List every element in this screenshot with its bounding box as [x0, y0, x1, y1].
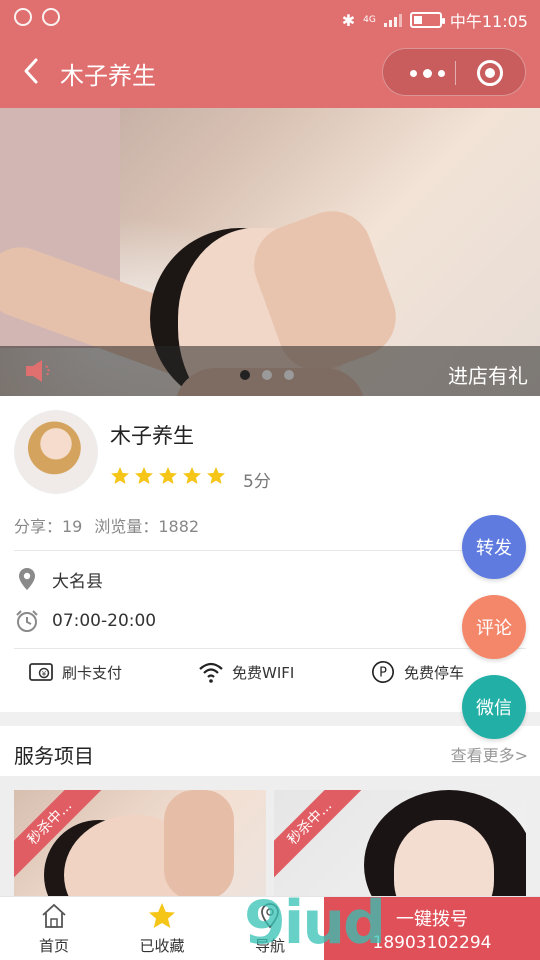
feature-label: 刷卡支付	[62, 663, 123, 682]
signal-icon	[383, 13, 402, 27]
page-title: 木子养生	[60, 62, 156, 90]
mini-program-capsule	[382, 48, 526, 96]
hours-text: 07:00-20:00	[52, 611, 157, 631]
banner-carousel[interactable]: 进店有礼	[0, 108, 540, 396]
status-time: 中午11:05	[449, 12, 528, 31]
shop-avatar	[14, 410, 98, 494]
more-icon[interactable]	[401, 63, 453, 83]
shop-stats: 分享：19 浏览量：1882	[14, 513, 199, 537]
service-card[interactable]: 秒杀中...	[274, 790, 526, 900]
status-left-icons	[14, 8, 60, 26]
nav-bar: 木子养生	[0, 36, 540, 108]
tab-favorites[interactable]: 已收藏	[122, 899, 202, 959]
card-face	[394, 820, 494, 900]
services-more-link[interactable]: 查看更多>	[451, 742, 528, 766]
tab-label: 已收藏	[139, 937, 185, 955]
star-icon	[149, 903, 175, 928]
service-card[interactable]: 秒杀中...	[14, 790, 266, 900]
tab-home[interactable]: 首页	[14, 899, 94, 959]
star-icon	[111, 467, 129, 484]
share-count: 分享：19	[14, 517, 83, 536]
location-row[interactable]: 大名县	[14, 566, 103, 592]
wifi-icon	[199, 662, 223, 683]
section-separator	[0, 712, 540, 726]
location-text: 大名县	[52, 571, 103, 592]
wechat-status-icon	[42, 8, 60, 26]
flash-sale-badge: 秒杀中...	[274, 790, 369, 882]
capsule-divider	[455, 61, 456, 85]
feature-card-payment: ¥ 刷卡支付	[28, 660, 122, 684]
rating-score: 5分	[243, 472, 271, 492]
shop-features: ¥ 刷卡支付 免费WIFI P 免费停车	[0, 652, 540, 692]
carousel-dots	[240, 370, 294, 380]
forward-button[interactable]: 转发	[462, 515, 526, 579]
parking-icon: P	[372, 661, 394, 683]
alarm-clock-icon	[16, 610, 38, 632]
star-icon	[159, 467, 177, 484]
back-icon[interactable]	[18, 56, 48, 86]
network-type: 4G	[363, 15, 376, 25]
notification-icon	[14, 8, 32, 26]
hours-row: 07:00-20:00	[14, 608, 156, 634]
carousel-dot-2[interactable]	[262, 370, 272, 380]
svg-text:¥: ¥	[42, 670, 47, 678]
speaker-icon[interactable]	[24, 358, 56, 384]
view-count: 浏览量：1882	[94, 517, 200, 536]
card-hand	[164, 790, 234, 900]
feature-label: 免费WIFI	[232, 663, 295, 682]
rating-stars	[110, 466, 226, 486]
carousel-dot-1[interactable]	[240, 370, 250, 380]
star-icon	[207, 467, 225, 484]
feature-parking: P 免费停车	[370, 660, 464, 684]
carousel-dot-3[interactable]	[284, 370, 294, 380]
watermark-logo: 9iud	[244, 888, 386, 958]
comment-button[interactable]: 评论	[462, 595, 526, 659]
battery-icon	[409, 12, 445, 28]
home-icon	[42, 903, 66, 928]
wechat-button[interactable]: 微信	[462, 675, 526, 739]
bluetooth-icon: ✱	[341, 10, 356, 30]
card-payment-icon: ¥	[29, 663, 53, 681]
svg-text:P: P	[379, 666, 387, 681]
divider	[14, 550, 526, 551]
location-pin-icon	[19, 568, 35, 590]
shop-name: 木子养生	[110, 424, 194, 448]
feature-wifi: 免费WIFI	[198, 660, 294, 684]
star-icon	[183, 467, 201, 484]
tab-label: 首页	[38, 937, 69, 955]
banner-notice[interactable]: 进店有礼	[448, 360, 528, 389]
status-bar: ✱ 4G 中午11:05	[0, 0, 540, 36]
star-icon	[135, 467, 153, 484]
services-title: 服务项目	[14, 744, 94, 768]
feature-label: 免费停车	[404, 663, 465, 682]
divider	[14, 648, 526, 649]
close-target-icon[interactable]	[477, 60, 503, 86]
status-right: ✱ 4G 中午11:05	[342, 8, 528, 32]
